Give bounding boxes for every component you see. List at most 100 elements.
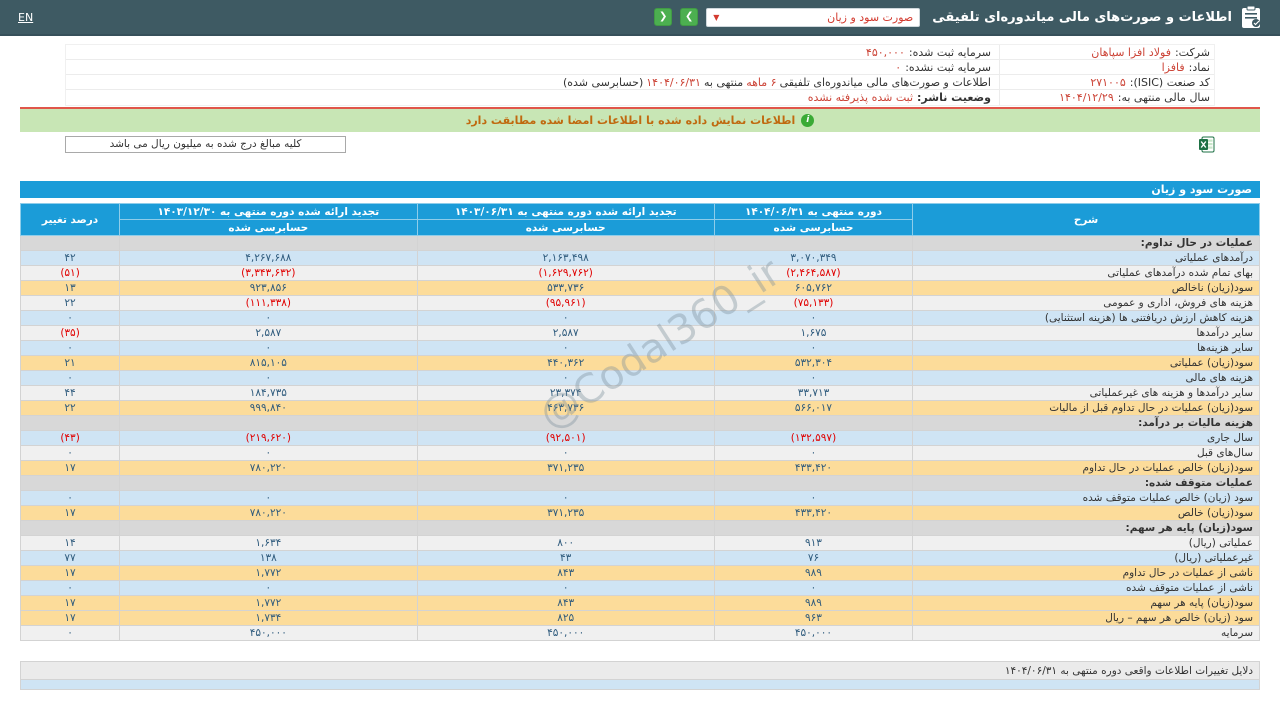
unit-note-box: کلیه مبالغ درج شده به میلیون ریال می باش… <box>65 136 346 153</box>
table-row: سود(زیان) عملیاتی۵۳۲,۳۰۴۴۴۰,۳۶۲۸۱۵,۱۰۵۲۱ <box>21 356 1260 371</box>
info-row: سال مالی منتهی به: ۱۴۰۴/۱۲/۲۹ وضعیت ناشر… <box>66 90 1214 105</box>
row-label: عملیاتی (ریال) <box>913 536 1260 551</box>
cell-value <box>714 236 912 251</box>
signature-match-notice: i اطلاعات نمایش داده شده با اطلاعات امضا… <box>20 109 1260 132</box>
cell-value: ۱۷ <box>21 566 120 581</box>
cell-value: ۹۸۹ <box>714 566 912 581</box>
table-row: سود(زیان) پایه هر سهم۹۸۹۸۴۳۱,۷۷۲۱۷ <box>21 596 1260 611</box>
cell-value: ۴,۲۶۷,۶۸۸ <box>120 251 417 266</box>
fiscal-year-value: ۱۴۰۴/۱۲/۲۹ <box>1059 91 1114 104</box>
cell-value: ۰ <box>120 341 417 356</box>
nav-forward-button[interactable]: ❯ <box>680 8 698 26</box>
nav-back-button[interactable]: ❮ <box>654 8 672 26</box>
cell-value <box>714 476 912 491</box>
row-label: سایر هزینه‌ها <box>913 341 1260 356</box>
cell-value: ۰ <box>417 371 714 386</box>
cell-value: (۲,۴۶۴,۵۸۷) <box>714 266 912 281</box>
table-row: ناشی از عملیات در حال تداوم۹۸۹۸۴۳۱,۷۷۲۱۷ <box>21 566 1260 581</box>
cell-value: ۰ <box>120 581 417 596</box>
changes-reasons-section: دلایل تغییرات اطلاعات واقعی دوره منتهی ب… <box>20 661 1260 690</box>
cell-value: ۶۰۵,۷۶۲ <box>714 281 912 296</box>
cell-value: ۰ <box>714 491 912 506</box>
table-row: سود(زیان) خالص عملیات در حال تداوم۴۳۳,۴۲… <box>21 461 1260 476</box>
excel-export-button[interactable] <box>1198 136 1215 153</box>
cell-value: ۹۸۹ <box>714 596 912 611</box>
company-label: شرکت: <box>1175 46 1210 59</box>
cell-value <box>417 416 714 431</box>
cell-value <box>120 416 417 431</box>
cell-value: ۰ <box>21 446 120 461</box>
cell-value: ۴۵۰,۰۰۰ <box>714 626 912 641</box>
cell-value: ۷۶ <box>714 551 912 566</box>
cell-value: ۱,۷۷۲ <box>120 596 417 611</box>
cell-value: ۰ <box>714 341 912 356</box>
cell-value: (۱۳۲,۵۹۷) <box>714 431 912 446</box>
cell-value: ۴۵۰,۰۰۰ <box>417 626 714 641</box>
notice-text: اطلاعات نمایش داده شده با اطلاعات امضا ش… <box>466 114 796 127</box>
cell-value: ۴۳ <box>417 551 714 566</box>
cell-value: ۰ <box>417 446 714 461</box>
cell-value: ۰ <box>21 491 120 506</box>
cell-value: ۳,۰۷۰,۳۴۹ <box>714 251 912 266</box>
cell-value: ۴۵۰,۰۰۰ <box>120 626 417 641</box>
cell-value <box>21 236 120 251</box>
table-row: سایر هزینه‌ها۰۰۰۰ <box>21 341 1260 356</box>
table-row: سود (زیان) خالص هر سهم – ریال۹۶۳۸۲۵۱,۷۳۴… <box>21 611 1260 626</box>
cell-value: ۴۲ <box>21 251 120 266</box>
cell-value <box>120 521 417 536</box>
statement-title: صورت سود و زیان <box>20 181 1260 198</box>
cell-value: ۱۷ <box>21 461 120 476</box>
report-type-selected-value: صورت سود و زیان <box>827 11 913 24</box>
col-header-current-period: دوره منتهی به ۱۴۰۴/۰۶/۳۱ <box>714 204 912 220</box>
cell-value: ۰ <box>21 341 120 356</box>
cell-value: (۱۱۱,۳۳۸) <box>120 296 417 311</box>
col-header-description: شرح <box>913 204 1260 236</box>
table-row: غیرعملیاتی (ریال)۷۶۴۳۱۳۸۷۷ <box>21 551 1260 566</box>
cell-value: ۲,۵۸۷ <box>417 326 714 341</box>
income-statement-section: صورت سود و زیان شرح دوره منتهی به ۱۴۰۴/۰… <box>20 181 1260 641</box>
cell-value: ۰ <box>120 446 417 461</box>
cell-value: (۷۵,۱۳۳) <box>714 296 912 311</box>
cell-value: ۲,۵۸۷ <box>120 326 417 341</box>
cell-value: ۱,۷۳۴ <box>120 611 417 626</box>
cell-value: (۴۳) <box>21 431 120 446</box>
page-title: اطلاعات و صورت‌های مالی میاندوره‌ای تلفی… <box>932 10 1232 25</box>
cell-value: ۱,۷۷۲ <box>120 566 417 581</box>
cell-value: ۰ <box>21 626 120 641</box>
changes-reasons-row <box>21 680 1259 689</box>
cell-value: ۰ <box>120 311 417 326</box>
cell-value: ۰ <box>714 581 912 596</box>
cell-value: ۰ <box>120 491 417 506</box>
cell-value: ۲,۱۶۳,۴۹۸ <box>417 251 714 266</box>
cell-value: ۸۴۳ <box>417 596 714 611</box>
cell-value: ۳۳,۷۱۳ <box>714 386 912 401</box>
cell-value: ۰ <box>714 311 912 326</box>
row-label: عملیات متوقف شده: <box>913 476 1260 491</box>
cell-value: ۸۱۵,۱۰۵ <box>120 356 417 371</box>
cell-value: ۴۴ <box>21 386 120 401</box>
cell-value: ۸۲۵ <box>417 611 714 626</box>
company-info-table: شرکت: فولاد افزا سپاهان سرمایه ثبت شده: … <box>65 44 1215 106</box>
cell-value: ۳۷۱,۲۳۵ <box>417 461 714 476</box>
income-statement-table: شرح دوره منتهی به ۱۴۰۴/۰۶/۳۱ تجدید ارائه… <box>20 203 1260 641</box>
cell-value: ۹۱۳ <box>714 536 912 551</box>
row-label: هزینه های فروش، اداری و عمومی <box>913 296 1260 311</box>
table-row: هزینه های مالی۰۰۰۰ <box>21 371 1260 386</box>
cell-value: ۴۳۳,۴۲۰ <box>714 506 912 521</box>
cell-value: ۴۴۰,۳۶۲ <box>417 356 714 371</box>
cell-value <box>417 236 714 251</box>
table-row: سود (زیان) خالص عملیات متوقف شده۰۰۰۰ <box>21 491 1260 506</box>
cell-value: ۰ <box>417 581 714 596</box>
cell-value <box>417 521 714 536</box>
cell-value: (۲۱۹,۶۲۰) <box>120 431 417 446</box>
row-label: سود(زیان) پایه هر سهم: <box>913 521 1260 536</box>
info-row: نماد: فافزا سرمایه ثبت نشده: ۰ <box>66 60 1214 75</box>
col-header-restated-midyear: تجدید ارائه شده دوره منتهی به ۱۴۰۳/۰۶/۳۱ <box>417 204 714 220</box>
cell-value: ۷۷ <box>21 551 120 566</box>
report-type-select[interactable]: صورت سود و زیان ▼ <box>706 8 920 27</box>
language-en-link[interactable]: EN <box>18 11 33 24</box>
col-subheader-audited: حسابرسی شده <box>714 220 912 236</box>
col-header-percent-change: درصد تغییر <box>21 204 120 236</box>
row-label: هزینه های مالی <box>913 371 1260 386</box>
isic-label: کد صنعت (ISIC): <box>1130 76 1210 89</box>
